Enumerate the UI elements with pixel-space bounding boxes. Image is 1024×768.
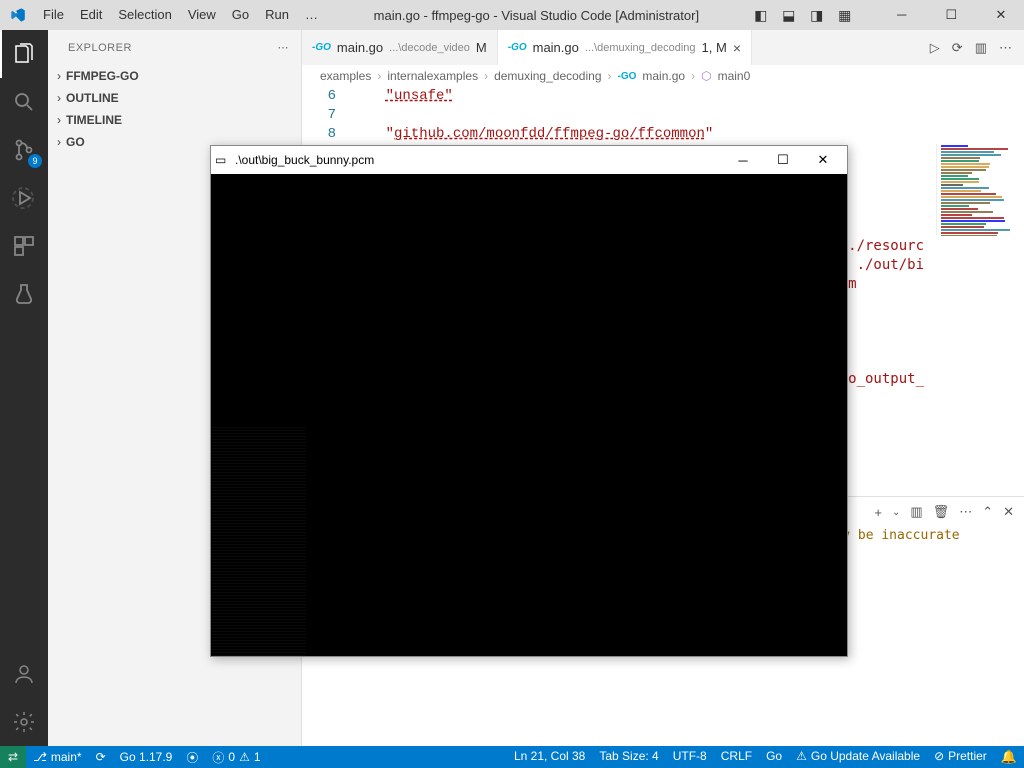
remote-indicator[interactable]: ⇄: [0, 746, 26, 768]
editor-actions: ▷ ⟳ ▥ ⋯: [918, 30, 1024, 65]
layout-controls: ◧ ⬓ ◨ ▦: [747, 7, 859, 24]
overlay-title: .\out\big_buck_bunny.pcm: [235, 153, 723, 167]
breadcrumbs[interactable]: examples› internalexamples› demuxing_dec…: [302, 65, 1024, 87]
window-controls: ─ ☐ ✕: [879, 0, 1024, 30]
layout-grid-icon[interactable]: ▦: [831, 7, 859, 24]
go-file-icon: -GO: [618, 71, 637, 82]
crumb[interactable]: main.go: [642, 69, 685, 83]
layout-left-icon[interactable]: ◧: [747, 7, 775, 24]
menu-go[interactable]: Go: [224, 0, 257, 30]
menu-bar: File Edit Selection View Go Run …: [35, 0, 326, 30]
tab-demuxing-decoding[interactable]: -GO main.go ...\demuxing_decoding 1, M ×: [498, 30, 752, 65]
overlay-titlebar[interactable]: ▭ .\out\big_buck_bunny.pcm ─ ☐ ✕: [211, 146, 847, 174]
branch-indicator[interactable]: ⎇main*: [26, 746, 89, 768]
sidebar-more-icon[interactable]: ⋯: [278, 41, 290, 54]
menu-run[interactable]: Run: [257, 0, 297, 30]
run-icon[interactable]: ▷: [930, 40, 940, 56]
activity-extensions[interactable]: [0, 222, 48, 270]
go-version[interactable]: Go 1.17.9: [113, 746, 180, 768]
vscode-icon: [0, 7, 35, 23]
crumb[interactable]: internalexamples: [387, 69, 478, 83]
sidebar-section-outline[interactable]: ›OUTLINE: [48, 87, 301, 109]
kill-terminal-icon[interactable]: 🗑: [933, 504, 950, 520]
new-terminal-icon[interactable]: +: [874, 505, 882, 520]
menu-view[interactable]: View: [180, 0, 224, 30]
chevron-right-icon: ›: [52, 69, 66, 83]
encoding[interactable]: UTF-8: [666, 749, 714, 763]
tab-decode-video[interactable]: -GO main.go ...\decode_video M: [302, 30, 498, 65]
activity-debug[interactable]: [0, 174, 48, 222]
more-icon[interactable]: ⋯: [959, 504, 972, 520]
go-file-icon: -GO: [312, 42, 331, 53]
symbol-icon: ⬡: [701, 69, 711, 83]
activity-testing[interactable]: [0, 270, 48, 318]
audio-visual-noise: [211, 426, 306, 656]
go-update[interactable]: ⚠Go Update Available: [789, 749, 927, 763]
sync-indicator[interactable]: ⟳: [89, 746, 113, 768]
layout-right-icon[interactable]: ◨: [803, 7, 831, 24]
sidebar-title: EXPLORER: [68, 42, 132, 54]
activity-scm[interactable]: 9: [0, 126, 48, 174]
live-share-icon[interactable]: ⦿: [179, 746, 205, 768]
more-actions-icon[interactable]: ⋯: [999, 40, 1012, 56]
menu-more[interactable]: …: [297, 0, 326, 30]
split-editor-icon[interactable]: ▥: [975, 40, 987, 56]
menu-file[interactable]: File: [35, 0, 72, 30]
go-file-icon: -GO: [508, 42, 527, 53]
chevron-right-icon: ›: [52, 135, 66, 149]
overlay-close-button[interactable]: ✕: [803, 152, 843, 168]
status-bar: ⇄ ⎇main* ⟳ Go 1.17.9 ⦿ ⓧ0⚠1 Ln 21, Col 3…: [0, 746, 1024, 768]
overlay-content: [211, 174, 847, 656]
window-title: main.go - ffmpeg-go - Visual Studio Code…: [326, 8, 747, 23]
sidebar-section-ffmpeg-go[interactable]: ›FFMPEG-GO: [48, 65, 301, 87]
debug-restart-icon[interactable]: ⟳: [952, 40, 963, 56]
title-bar: File Edit Selection View Go Run … main.g…: [0, 0, 1024, 30]
menu-selection[interactable]: Selection: [110, 0, 179, 30]
language-mode[interactable]: Go: [759, 749, 789, 763]
activity-search[interactable]: [0, 78, 48, 126]
menu-edit[interactable]: Edit: [72, 0, 110, 30]
scm-badge: 9: [28, 154, 42, 168]
chevron-right-icon: ›: [52, 113, 66, 127]
chevron-right-icon: ›: [52, 91, 66, 105]
cursor-position[interactable]: Ln 21, Col 38: [507, 749, 592, 763]
minimap[interactable]: [936, 144, 1024, 236]
eol[interactable]: CRLF: [714, 749, 759, 763]
notifications-icon[interactable]: 🔔: [994, 749, 1024, 765]
chevron-up-icon[interactable]: ⌃: [982, 504, 993, 520]
activity-settings[interactable]: [0, 698, 48, 746]
close-panel-icon[interactable]: ✕: [1003, 504, 1014, 520]
crumb[interactable]: demuxing_decoding: [494, 69, 601, 83]
close-button[interactable]: ✕: [978, 0, 1024, 30]
sidebar-section-timeline[interactable]: ›TIMELINE: [48, 109, 301, 131]
crumb[interactable]: main0: [718, 69, 751, 83]
layout-bottom-icon[interactable]: ⬓: [775, 7, 803, 24]
activity-account[interactable]: [0, 650, 48, 698]
activity-explorer[interactable]: [0, 30, 48, 78]
terminal-chevron-icon[interactable]: ⌄: [892, 507, 900, 518]
crumb[interactable]: examples: [320, 69, 371, 83]
tab-size[interactable]: Tab Size: 4: [592, 749, 665, 763]
sidebar-header: EXPLORER ⋯: [48, 30, 301, 65]
split-terminal-icon[interactable]: ▥: [910, 504, 922, 520]
activity-bar: 9: [0, 30, 48, 746]
overlay-player-window: ▭ .\out\big_buck_bunny.pcm ─ ☐ ✕: [210, 145, 848, 657]
prettier-status[interactable]: ⊘Prettier: [927, 749, 994, 763]
minimize-button[interactable]: ─: [879, 0, 925, 30]
close-tab-icon[interactable]: ×: [733, 40, 741, 56]
overlay-maximize-button[interactable]: ☐: [763, 152, 803, 168]
app-icon: ▭: [215, 153, 235, 167]
maximize-button[interactable]: ☐: [928, 0, 974, 30]
editor-tabs: -GO main.go ...\decode_video M -GO main.…: [302, 30, 1024, 65]
problems-indicator[interactable]: ⓧ0⚠1: [205, 746, 267, 768]
overlay-minimize-button[interactable]: ─: [723, 153, 763, 168]
